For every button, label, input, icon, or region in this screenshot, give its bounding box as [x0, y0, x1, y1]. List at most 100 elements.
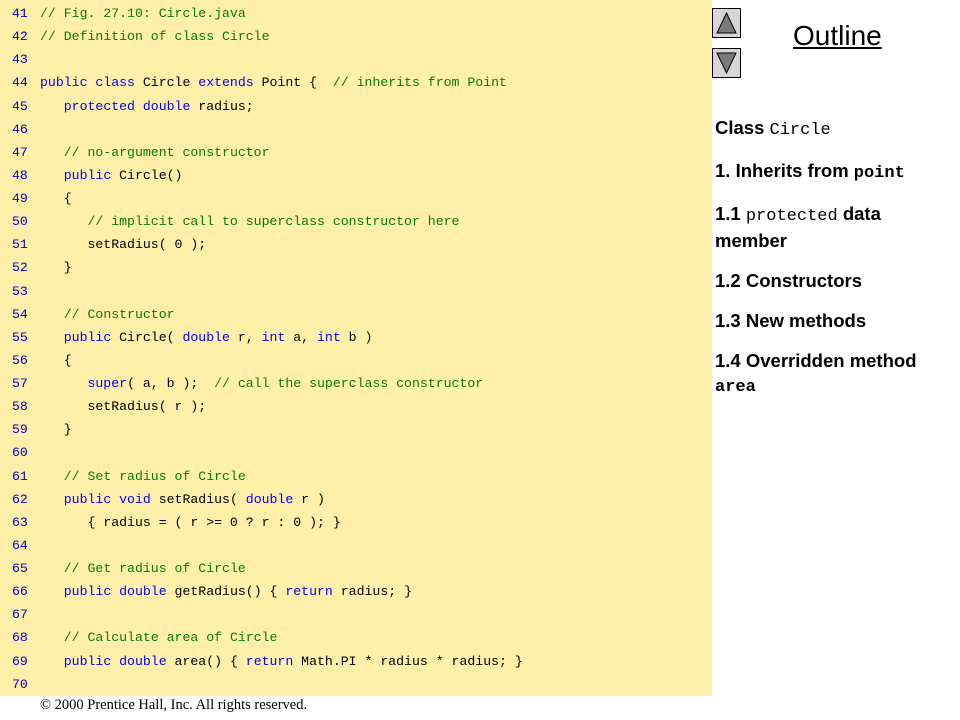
code-line: 61 // Set radius of Circle	[12, 465, 712, 488]
line-number: 43	[12, 52, 28, 68]
code-comment: // inherits from Point	[332, 75, 507, 91]
line-number: 57	[12, 376, 28, 391]
code-listing-panel: 41 // Fig. 27.10: Circle.java 42 // Definit…	[0, 0, 712, 696]
code-keyword: public class	[40, 75, 135, 91]
code-line: 54 // Constructor	[12, 303, 712, 326]
line-number: 59	[12, 422, 28, 438]
code-listing: 41 // Fig. 27.10: Circle.java 42 // Definit…	[12, 2, 712, 696]
code-text: Math.PI * radius * radius; }	[293, 653, 523, 669]
code-keyword: public	[63, 167, 112, 183]
code-keyword: public double	[63, 653, 167, 669]
line-number: 68	[12, 630, 28, 646]
code-line: 53	[12, 280, 712, 303]
line-number: 66	[12, 584, 28, 600]
line-number: 69	[12, 653, 28, 669]
code-keyword: double	[182, 329, 230, 345]
code-line: 60	[12, 441, 712, 464]
code-text: getRadius() {	[166, 584, 286, 600]
line-number: 50	[12, 214, 28, 230]
outline-list: Class Circle 1. Inherits from point 1.1 …	[715, 116, 955, 416]
code-comment: // Fig. 27.10: Circle.java	[40, 6, 246, 21]
code-text: r,	[229, 329, 262, 345]
code-line: 57 super( a, b ); // call the superclass…	[12, 372, 712, 395]
code-line: 64	[12, 534, 712, 557]
line-number: 46	[12, 121, 28, 137]
previous-slide-button[interactable]	[712, 8, 741, 38]
code-keyword: super	[87, 376, 128, 391]
code-text: { radius = ( r >= 0 ? r : 0 ); }	[40, 514, 341, 530]
code-line: 63 { radius = ( r >= 0 ? r : 0 ); }	[12, 511, 712, 534]
line-number: 48	[12, 167, 28, 183]
code-keyword: protected double	[63, 98, 191, 114]
code-line: 51 setRadius( 0 );	[12, 233, 712, 256]
next-slide-button[interactable]	[712, 48, 741, 78]
code-line: 70	[12, 673, 712, 696]
code-line: 69 public double area() { return Math.PI…	[12, 650, 712, 673]
code-text: Circle()	[111, 167, 183, 183]
line-number: 53	[12, 283, 28, 299]
outline-item-inherits: 1. Inherits from point	[715, 159, 955, 186]
code-line: 41 // Fig. 27.10: Circle.java	[12, 2, 712, 25]
code-text: }	[40, 422, 72, 438]
line-number: 70	[12, 676, 28, 692]
code-text: Circle	[134, 75, 199, 91]
line-number: 52	[12, 260, 28, 276]
line-number: 67	[12, 607, 28, 623]
outline-title[interactable]: Outline	[793, 20, 882, 52]
code-line: 55 public Circle( double r, int a, int b…	[12, 326, 712, 349]
outline-item-prefix: 1.1	[715, 203, 746, 224]
outline-item-text: Class	[715, 117, 770, 138]
code-keyword: return	[245, 653, 294, 669]
line-number: 47	[12, 144, 28, 160]
code-line: 67	[12, 603, 712, 626]
code-keyword: public double	[63, 584, 167, 600]
code-text: setRadius( r );	[40, 399, 207, 415]
code-keyword: double	[245, 491, 294, 507]
code-comment: // Calculate area of Circle	[63, 630, 278, 646]
code-text: Circle(	[111, 329, 183, 345]
line-number: 58	[12, 399, 28, 415]
outline-item-text: 1. Inherits from	[715, 160, 854, 181]
code-text: a,	[285, 329, 318, 345]
code-keyword: public void	[63, 491, 151, 507]
line-number: 63	[12, 514, 28, 530]
code-line: 49 {	[12, 187, 712, 210]
outline-item-class: Class Circle	[715, 116, 955, 143]
code-line: 68 // Calculate area of Circle	[12, 626, 712, 649]
code-line: 44 public class Circle extends Point { //…	[12, 71, 712, 94]
code-line: 47 // no-argument constructor	[12, 141, 712, 164]
up-arrow-icon	[716, 12, 737, 34]
code-line: 43	[12, 48, 712, 71]
line-number: 45	[12, 98, 28, 114]
code-line: 52 }	[12, 256, 712, 279]
code-text: ( a, b );	[127, 376, 215, 391]
down-arrow-icon	[716, 52, 737, 74]
code-keyword: int	[317, 329, 341, 345]
line-number: 65	[12, 561, 28, 576]
code-comment: // call the superclass constructor	[214, 376, 484, 391]
line-number: 42	[12, 29, 28, 45]
line-number: 62	[12, 491, 28, 507]
code-text: {	[40, 352, 72, 368]
outline-item-code: Circle	[769, 121, 831, 140]
line-number: 49	[12, 191, 28, 206]
code-text: }	[40, 260, 72, 276]
line-number: 56	[12, 352, 28, 368]
line-number: 41	[12, 6, 28, 21]
code-keyword: int	[261, 329, 286, 345]
outline-item-code: point	[853, 164, 905, 183]
code-line: 48 public Circle()	[12, 164, 712, 187]
code-text: {	[40, 191, 72, 206]
code-text: radius;	[190, 98, 254, 114]
code-comment: // implicit call to superclass construct…	[87, 214, 460, 230]
